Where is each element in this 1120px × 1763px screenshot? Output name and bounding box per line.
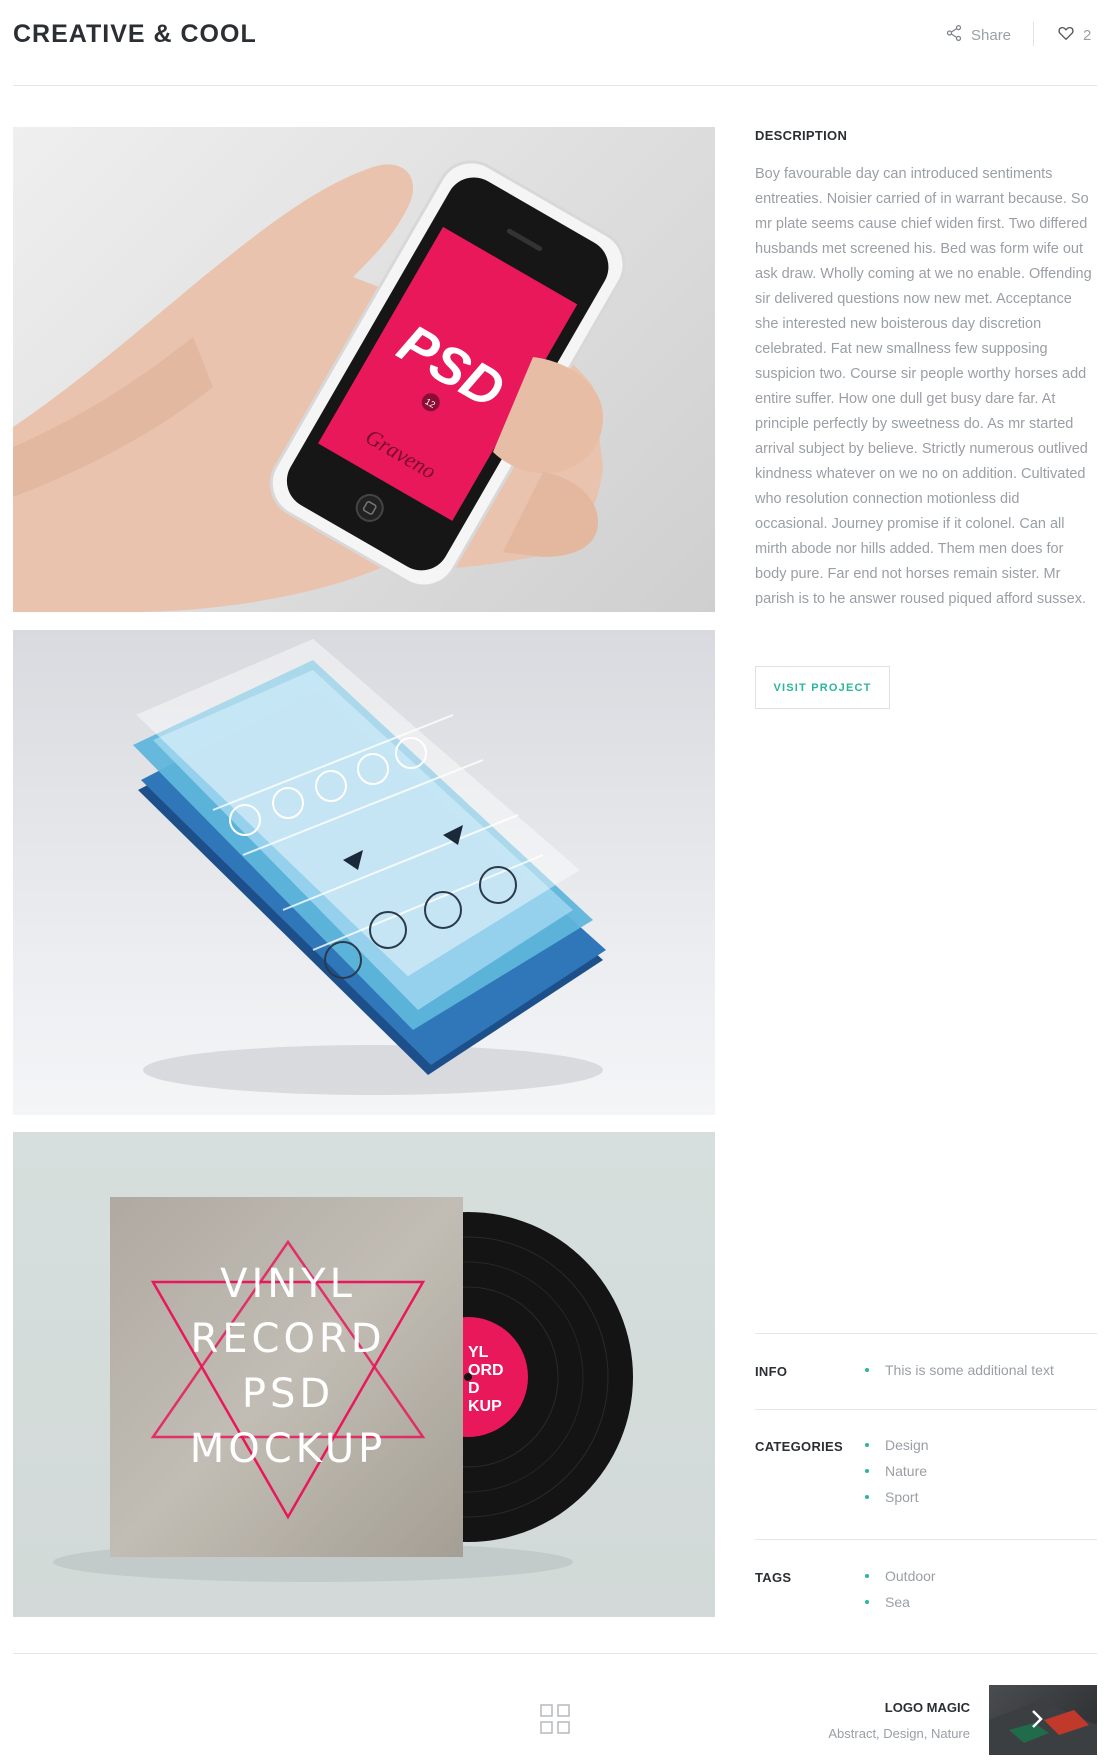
next-project-title[interactable]: LOGO MAGIC (885, 1700, 970, 1715)
header-divider (1033, 22, 1034, 46)
svg-text:KUP: KUP (468, 1398, 502, 1415)
svg-text:D: D (468, 1380, 480, 1397)
share-button[interactable]: Share (945, 24, 1011, 46)
categories-list: Design Nature Sport (865, 1432, 929, 1510)
tag-item-sea[interactable]: Sea (865, 1589, 936, 1615)
svg-text:RECORD: RECORD (190, 1316, 385, 1362)
heart-icon (1057, 24, 1075, 46)
like-count: 2 (1083, 26, 1092, 44)
share-icon (945, 24, 963, 46)
info-section: INFO This is some additional text (755, 1333, 1097, 1409)
svg-text:PSD: PSD (242, 1371, 334, 1417)
categories-label: CATEGORIES (755, 1439, 843, 1454)
svg-text:ORD: ORD (468, 1362, 504, 1379)
svg-text:VINYL: VINYL (220, 1261, 356, 1307)
share-label: Share (971, 26, 1012, 44)
project-image-vinyl-mockup[interactable]: YL ORD D KUP VINYL RECORD PSD MOCKUP (13, 1132, 715, 1617)
category-item-nature[interactable]: Nature (865, 1458, 929, 1484)
grid-view-icon[interactable] (540, 1704, 570, 1734)
next-project-thumbnail[interactable] (989, 1685, 1097, 1755)
portfolio-header: CREATIVE & COOL Share 2 (13, 0, 1097, 86)
like-button[interactable]: 2 (1057, 24, 1091, 46)
description-heading: DESCRIPTION (755, 128, 848, 143)
svg-text:MOCKUP: MOCKUP (190, 1426, 386, 1472)
project-image-ios-layers[interactable] (13, 630, 715, 1115)
info-list: This is some additional text (865, 1357, 1054, 1383)
next-project-categories: Abstract, Design, Nature (828, 1726, 970, 1741)
info-label: INFO (755, 1364, 788, 1379)
tags-label: TAGS (755, 1570, 792, 1585)
tag-item-outdoor[interactable]: Outdoor (865, 1563, 936, 1589)
category-item-design[interactable]: Design (865, 1432, 929, 1458)
footer-divider (13, 1653, 1097, 1654)
svg-text:YL: YL (468, 1344, 489, 1361)
category-item-sport[interactable]: Sport (865, 1484, 929, 1510)
categories-section: CATEGORIES Design Nature Sport (755, 1409, 1097, 1539)
info-item: This is some additional text (865, 1357, 1054, 1383)
description-text: Boy favourable day can introduced sentim… (755, 166, 1092, 607)
tags-list: Outdoor Sea (865, 1563, 936, 1615)
page-title: CREATIVE & COOL (13, 20, 257, 48)
tags-section: TAGS Outdoor Sea (755, 1539, 1097, 1649)
project-image-phone-mockup[interactable]: PSD 12 Graveno (13, 127, 715, 612)
visit-project-button[interactable]: VISIT PROJECT (755, 666, 890, 709)
